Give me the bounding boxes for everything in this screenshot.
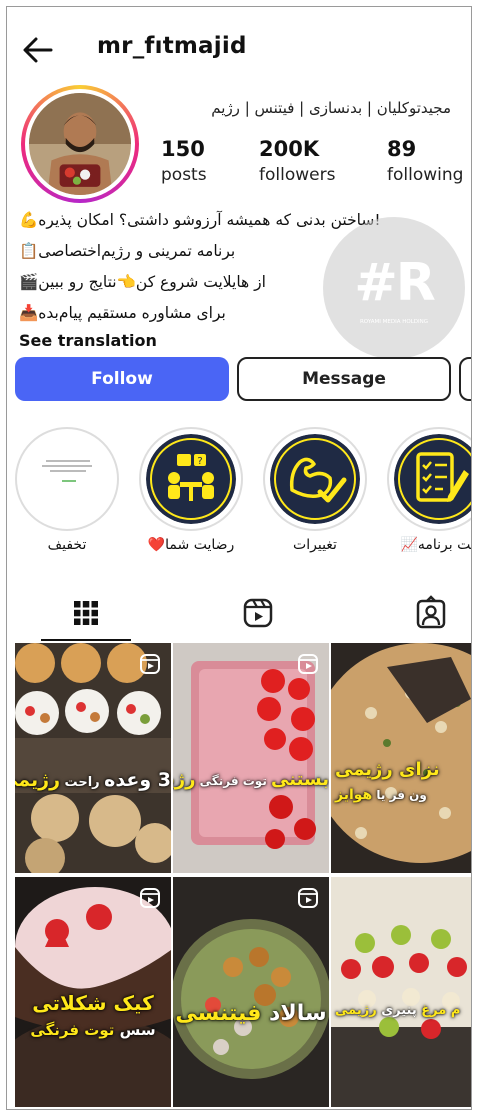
highlight-label: فت برنامه📈 <box>400 537 472 553</box>
post-caption: بستنی توت فرنگی رژیمی <box>173 769 329 790</box>
following-count: 89 <box>387 137 417 161</box>
phone-frame: mr_fıtmajid مجیدتوکلیان | بدنسازی | فیتن… <box>6 6 472 1110</box>
suggested-accounts-button[interactable] <box>459 357 471 401</box>
highlight-item[interactable]: تغییرات <box>263 427 367 553</box>
caption-accent: توت فرنگی <box>30 1021 115 1039</box>
follow-button[interactable]: Follow <box>15 357 229 401</box>
discount-note-icon <box>22 434 112 524</box>
reels-icon[interactable] <box>238 593 278 633</box>
watermark-subtext: ROYAMI MEDIA HOLDING <box>359 319 428 325</box>
username-title: mr_fıtmajid <box>97 33 247 59</box>
muscle-check-icon <box>270 434 360 524</box>
checklist-icon <box>394 434 471 524</box>
caption-mid: ون فر یا <box>372 788 427 802</box>
reel-icon <box>140 654 160 674</box>
post-tile[interactable]: م مرغ پنیری رژیمی <box>331 877 471 1107</box>
grid-icon[interactable] <box>66 593 106 633</box>
highlight-item[interactable]: ? رضایت شما❤️ <box>139 427 243 553</box>
profile-avatar[interactable] <box>21 85 139 203</box>
message-button[interactable]: Message <box>237 357 451 401</box>
post-caption-line2: ون فر یا هوایز <box>331 787 471 803</box>
post-tile[interactable]: سالاد فیتنسی <box>173 877 329 1107</box>
caption-main: م مرغ <box>416 1003 461 1018</box>
svg-text:?: ? <box>197 456 202 467</box>
post-tile[interactable]: نزای رژیمی ون فر یا هوایز <box>331 643 471 873</box>
caption-mid: توت فرنگی <box>195 774 272 788</box>
caption-accent: رژیمی <box>335 1003 377 1018</box>
following-stat[interactable]: 89 following <box>387 137 463 185</box>
avatar-photo <box>29 93 131 195</box>
post-caption: کیک شکلاتی <box>15 991 171 1015</box>
following-label: following <box>387 165 464 185</box>
post-grid: 3 وعده راحت رژیمی بستنی توت فرنگی رژیمی <box>15 643 471 1109</box>
followers-stat[interactable]: 200K followers <box>259 137 335 185</box>
caption-mid: پنیری <box>376 1003 417 1018</box>
post-tile[interactable]: بستنی توت فرنگی رژیمی <box>173 643 329 873</box>
posts-label: posts <box>161 165 207 185</box>
post-caption: 3 وعده راحت رژیمی <box>15 769 171 791</box>
highlight-label: تخفیف <box>47 537 87 553</box>
back-arrow-icon[interactable] <box>21 33 55 67</box>
watermark-logo: #R ROYAMI MEDIA HOLDING <box>323 217 465 359</box>
top-bar: mr_fıtmajid <box>7 7 471 97</box>
post-thumbnail <box>15 643 171 873</box>
posts-count: 150 <box>161 137 205 161</box>
caption-main: سالاد <box>261 1001 327 1026</box>
caption-accent: رژیمی <box>173 769 196 790</box>
caption-accent: فیتنسی <box>175 1001 262 1026</box>
post-caption-line2: سس توت فرنگی <box>15 1021 171 1039</box>
reel-icon <box>298 888 318 908</box>
caption-accent: رژیمی <box>15 769 61 791</box>
post-tile[interactable]: کیک شکلاتی سس توت فرنگی <box>15 877 171 1107</box>
caption-main: کیک شکلاتی <box>32 991 154 1015</box>
post-tile[interactable]: 3 وعده راحت رژیمی <box>15 643 171 873</box>
highlight-item[interactable]: فت برنامه📈 <box>387 427 472 553</box>
highlight-label: رضایت شما❤️ <box>147 537 235 553</box>
profile-stats: 150 posts 200K followers 89 following <box>157 137 467 197</box>
post-thumbnail <box>173 643 329 873</box>
profile-full-name: مجیدتوکلیان | بدنسازی | فیتنس | رژیم <box>211 99 451 117</box>
caption-main: 3 وعده <box>104 769 171 791</box>
post-thumbnail <box>173 877 329 1107</box>
post-thumbnail <box>331 877 471 1107</box>
caption-main: نزای رژیمی <box>335 759 440 780</box>
highlight-item[interactable]: تخفیف <box>15 427 119 553</box>
post-caption: م مرغ پنیری رژیمی <box>331 1003 471 1018</box>
followers-count: 200K <box>259 137 320 161</box>
posts-stat[interactable]: 150 posts <box>161 137 207 185</box>
caption-main: بستنی <box>271 769 329 790</box>
post-thumbnail <box>331 643 471 873</box>
profile-tabs <box>7 583 471 643</box>
caption-mid: سس <box>114 1021 156 1039</box>
meeting-icon: ? <box>146 434 236 524</box>
followers-label: followers <box>259 165 336 185</box>
post-caption: سالاد فیتنسی <box>173 1001 329 1026</box>
reel-icon <box>298 654 318 674</box>
tagged-icon[interactable] <box>411 593 451 633</box>
highlight-label: تغییرات <box>293 537 337 553</box>
post-caption: نزای رژیمی <box>331 759 471 780</box>
active-tab-indicator <box>41 639 131 641</box>
caption-accent: هوایز <box>335 787 373 803</box>
caption-mid: راحت <box>60 775 105 790</box>
watermark-text: #R <box>354 253 436 313</box>
reel-icon <box>140 888 160 908</box>
